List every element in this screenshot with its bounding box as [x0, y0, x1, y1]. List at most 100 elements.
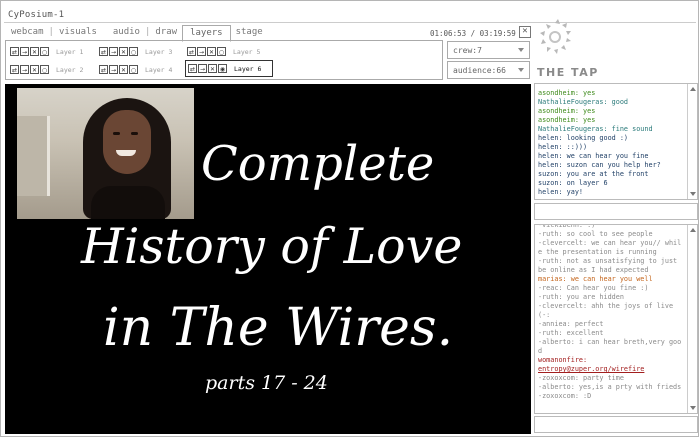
layer-link-icon[interactable]: ⇄	[10, 47, 19, 56]
presentation-title-line-3: in The Wires.	[103, 298, 454, 358]
layer-link-icon[interactable]: ⇄	[99, 47, 108, 56]
layer-circle-icon[interactable]: ○	[40, 47, 49, 56]
webcam-person-eye	[113, 132, 120, 135]
layer-label: Layer 6	[234, 64, 262, 73]
layer-link-icon[interactable]: ⇄	[99, 65, 108, 74]
scroll-up-icon[interactable]	[690, 228, 696, 232]
layer-link-icon[interactable]: ⇄	[10, 65, 19, 74]
tab-layers[interactable]: layers	[182, 24, 231, 42]
chat-message: -ruth: not as unsatisfying to just be on…	[538, 257, 682, 274]
webcam-background	[17, 116, 50, 196]
chat-message: asondheim: yes	[538, 107, 596, 115]
crew-select[interactable]: crew:7	[447, 41, 530, 59]
chat-message: -clevercelt: we can hear you// while the…	[538, 239, 682, 256]
layer-arrow-icon[interactable]: →	[20, 65, 29, 74]
layer-arrow-icon[interactable]: →	[109, 47, 118, 56]
audience-select[interactable]: audience:66	[447, 61, 530, 79]
app-title: CyPosium-1	[8, 10, 65, 20]
tab-visuals[interactable]: visuals	[54, 27, 102, 37]
layer-label: Layer 3	[145, 47, 173, 56]
layer-item-selected[interactable]: ⇄ → ✕ ◉ Layer 6	[185, 60, 273, 77]
layer-item[interactable]: ⇄ → ✕ ○ Layer 5	[187, 44, 271, 59]
chat-link[interactable]: entropy@zuper.org/wirefire	[538, 365, 685, 374]
chat-message: asondheim: yes	[538, 89, 596, 97]
layer-close-icon[interactable]: ✕	[30, 47, 39, 56]
chat-message: -alberto: i can hear breth,very good	[538, 338, 682, 355]
layer-label: Layer 5	[233, 47, 261, 56]
layer-arrow-icon[interactable]: →	[109, 65, 118, 74]
chat-message: NathalieFougeras: good	[538, 98, 629, 106]
layer-controls: ⇄ → ✕ ○	[99, 47, 139, 56]
layer-arrow-icon[interactable]: →	[197, 47, 206, 56]
the-tap-logo-icon	[540, 19, 571, 54]
scrollbar[interactable]	[687, 84, 697, 199]
chat-message: -anniea: perfect	[538, 320, 604, 328]
title-divider	[4, 22, 696, 23]
chat-lines: -vickibenn: :) -ruth: so cool to see peop…	[538, 225, 685, 401]
main-tabs: webcam | visuals audio | draw layers sta…	[6, 24, 268, 42]
chat-message: helen: we can hear you fine	[538, 152, 649, 160]
layer-circle-icon[interactable]: ○	[129, 47, 138, 56]
layer-controls: ⇄ → ✕ ○	[10, 47, 50, 56]
tab-webcam[interactable]: webcam	[6, 27, 49, 37]
tab-draw[interactable]: draw	[150, 27, 182, 37]
webcam-person-face	[103, 110, 151, 174]
layer-controls: ⇄ → ✕ ○	[10, 65, 50, 74]
chat-message: helen: yay!	[538, 188, 584, 196]
layer-close-icon[interactable]: ✕	[207, 47, 216, 56]
audience-chat-input[interactable]	[534, 416, 698, 433]
layer-label: Layer 1	[56, 47, 84, 56]
layer-arrow-icon[interactable]: →	[198, 64, 207, 73]
scrollbar[interactable]	[687, 225, 697, 413]
layer-close-icon[interactable]: ✕	[208, 64, 217, 73]
layer-label: Layer 4	[145, 65, 173, 74]
layer-controls: ⇄ → ✕ ◉	[188, 64, 228, 73]
presentation-title-line-1: Complete	[201, 136, 435, 192]
chat-message: -reac: Can hear you fine :)	[538, 284, 649, 292]
webcam-feed[interactable]	[17, 88, 194, 219]
logo-text: THE TAP	[537, 66, 599, 79]
scroll-down-icon[interactable]	[690, 192, 696, 196]
layer-link-icon[interactable]: ⇄	[187, 47, 196, 56]
layer-item[interactable]: ⇄ → ✕ ○ Layer 2	[10, 62, 94, 77]
crew-chat-log[interactable]: asondheim: yes NathalieFougeras: good ason…	[534, 83, 698, 200]
presentation-title-line-2: History of Love	[81, 218, 463, 275]
layer-controls: ⇄ → ✕ ○	[187, 47, 227, 56]
scroll-up-icon[interactable]	[690, 87, 696, 91]
layer-close-icon[interactable]: ✕	[30, 65, 39, 74]
chat-message: womanonfire:	[538, 356, 588, 364]
presentation-subtitle: parts 17 - 24	[205, 372, 328, 394]
chat-message: -zoxoxcom: :D	[538, 392, 592, 400]
layer-arrow-icon[interactable]: →	[20, 47, 29, 56]
webcam-person-eye	[131, 132, 138, 135]
chat-message: helen: suzon can you help her?	[538, 161, 661, 169]
session-clock: 01:06:53 / 03:19:59	[430, 29, 516, 38]
chevron-down-icon	[518, 48, 524, 52]
layers-panel: ⇄ → ✕ ○ Layer 1 ⇄ → ✕ ○ Layer 3 ⇄ → ✕ ○ Layer 5 ⇄…	[5, 40, 443, 80]
audience-chat-log[interactable]: -vickibenn: :) -ruth: so cool to see peop…	[534, 224, 698, 414]
close-icon[interactable]: ✕	[519, 26, 531, 38]
layer-link-icon[interactable]: ⇄	[188, 64, 197, 73]
stage-canvas[interactable]: Complete History of Love in The Wires. p…	[5, 84, 531, 434]
layer-close-icon[interactable]: ✕	[119, 65, 128, 74]
scroll-down-icon[interactable]	[690, 406, 696, 410]
chat-message: asondheim: yes	[538, 116, 596, 124]
layer-close-icon[interactable]: ✕	[119, 47, 128, 56]
chat-message: -ruth: excellent	[538, 329, 604, 337]
layer-item[interactable]: ⇄ → ✕ ○ Layer 4	[99, 62, 183, 77]
chat-message: suzon: on layer 6	[538, 179, 608, 187]
chat-message: helen: ::)))	[538, 143, 592, 151]
chat-message: -clevercelt: ahh the joys of live (-:	[538, 302, 678, 319]
layer-circle-icon[interactable]: ○	[217, 47, 226, 56]
tab-audio[interactable]: audio	[108, 27, 145, 37]
layer-item[interactable]: ⇄ → ✕ ○ Layer 1	[10, 44, 94, 59]
layer-item[interactable]: ⇄ → ✕ ○ Layer 3	[99, 44, 183, 59]
layer-circle-icon[interactable]: ○	[40, 65, 49, 74]
webcam-person-smile	[116, 150, 136, 156]
layer-record-icon[interactable]: ◉	[218, 64, 227, 73]
layer-controls: ⇄ → ✕ ○	[99, 65, 139, 74]
layer-circle-icon[interactable]: ○	[129, 65, 138, 74]
crew-chat-input[interactable]	[534, 203, 698, 220]
chat-message: NathalieFougeras: fine sound	[538, 125, 653, 133]
tab-stage[interactable]: stage	[231, 27, 268, 37]
